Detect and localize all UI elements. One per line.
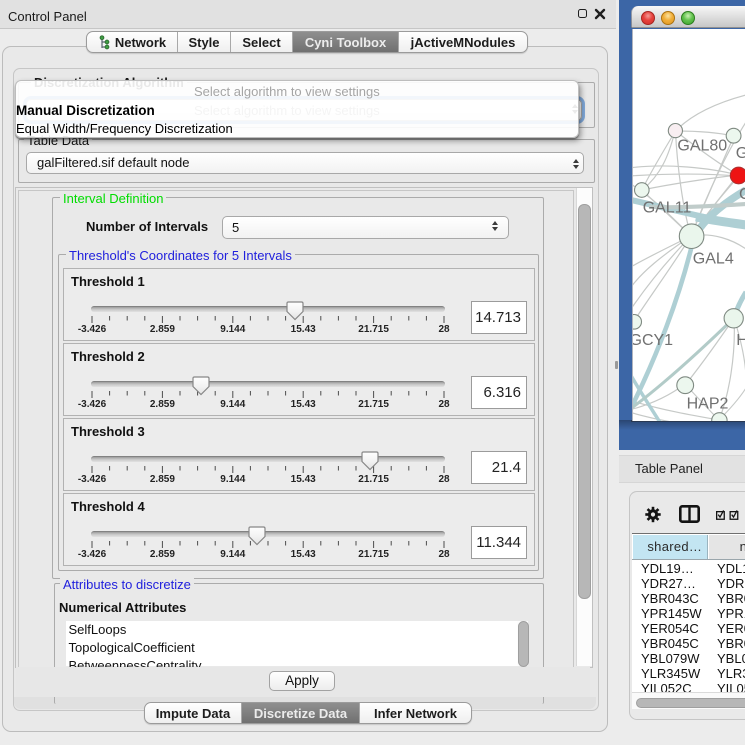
svg-text:C...: C... — [739, 186, 745, 203]
svg-text:GAL80: GAL80 — [677, 138, 727, 155]
svg-text:G...: G... — [735, 145, 745, 162]
svg-text:GCY1: GCY1 — [633, 332, 673, 349]
svg-text:HAP2: HAP2 — [686, 396, 728, 413]
svg-text:GAL11: GAL11 — [642, 200, 691, 217]
svg-text:GAL4: GAL4 — [692, 251, 733, 268]
svg-text:H...: H... — [736, 332, 745, 349]
